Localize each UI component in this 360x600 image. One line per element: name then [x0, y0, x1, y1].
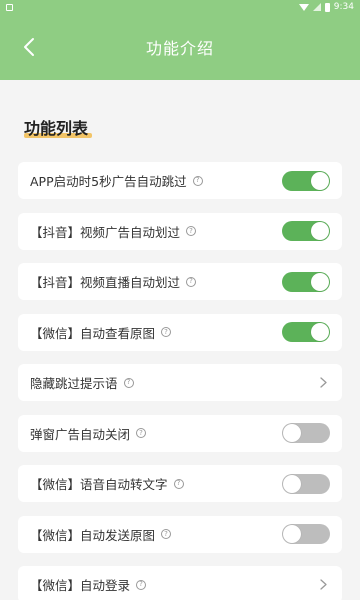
- status-right: 9:34: [298, 2, 354, 12]
- toggle-knob: [283, 525, 301, 543]
- list-item: 【抖音】视频直播自动划过?: [18, 263, 342, 300]
- toggle-switch[interactable]: [282, 473, 330, 494]
- chevron-right-icon: [318, 579, 328, 590]
- toggle-switch[interactable]: [282, 524, 330, 544]
- list-item-label: 弹窗广告自动关闭: [30, 426, 131, 442]
- list-item-label: APP启动时5秒广告自动跳过: [30, 174, 187, 189]
- page-title: 功能介绍: [145, 39, 214, 58]
- toggle-switch[interactable]: [282, 322, 330, 342]
- list-item-label: 【微信】自动发送原图: [30, 527, 156, 543]
- help-icon[interactable]: ?: [173, 478, 184, 489]
- signal-icon: [312, 3, 321, 11]
- section-header: 功能列表: [18, 80, 342, 152]
- toggle-switch[interactable]: [282, 423, 330, 443]
- help-icon[interactable]: ?: [123, 377, 134, 388]
- list-item[interactable]: 【微信】自动登录?: [18, 566, 342, 600]
- help-icon[interactable]: ?: [192, 175, 203, 186]
- help-icon[interactable]: ?: [136, 579, 147, 590]
- toggle-knob: [311, 323, 329, 341]
- app-header: 功能介绍: [0, 14, 360, 80]
- toggle-knob: [311, 222, 329, 240]
- list-item-text-group: 【微信】自动查看原图?: [30, 323, 172, 342]
- list-item-label: 【抖音】视频广告自动划过: [30, 224, 181, 240]
- help-icon[interactable]: ?: [161, 327, 172, 337]
- toggle-knob: [283, 474, 301, 493]
- status-left: [6, 3, 13, 11]
- notification-icon: [6, 3, 13, 11]
- wifi-icon: [298, 3, 309, 11]
- list-item: APP启动时5秒广告自动跳过?: [18, 162, 342, 199]
- list-item-text-group: 【抖音】视频广告自动划过?: [30, 222, 197, 241]
- toggle-knob: [311, 171, 329, 190]
- list-item-label: 【微信】自动登录: [30, 578, 131, 593]
- list-item: 【微信】语音自动转文字?: [18, 465, 342, 502]
- help-icon[interactable]: ?: [136, 428, 147, 438]
- list-item-text-group: 隐藏跳过提示语?: [30, 373, 134, 392]
- toggle-switch[interactable]: [282, 271, 330, 292]
- list-item: 【抖音】视频广告自动划过?: [18, 212, 342, 250]
- feature-list: APP启动时5秒广告自动跳过? 【抖音】视频广告自动划过? 【抖音】视频直播自动划过…: [18, 162, 342, 600]
- list-item: 弹窗广告自动关闭?: [18, 414, 342, 452]
- toggle-switch[interactable]: [282, 170, 330, 191]
- list-item-text-group: 【抖音】视频直播自动划过?: [30, 272, 197, 291]
- list-item-label: 【微信】自动查看原图: [30, 325, 156, 341]
- list-item-text-group: 【微信】自动登录?: [30, 575, 147, 594]
- toggle-knob: [311, 272, 329, 291]
- help-icon[interactable]: ?: [186, 276, 197, 287]
- list-item: 【微信】自动查看原图?: [18, 313, 342, 351]
- list-item-text-group: APP启动时5秒广告自动跳过?: [30, 171, 203, 190]
- list-item-text-group: 【微信】语音自动转文字?: [30, 474, 184, 493]
- chevron-right-icon: [318, 377, 328, 388]
- list-item: 【微信】自动发送原图?: [18, 515, 342, 553]
- status-time: 9:34: [333, 2, 354, 12]
- section-title: 功能列表: [24, 115, 93, 139]
- toggle-knob: [283, 424, 301, 442]
- back-icon[interactable]: [18, 36, 40, 58]
- toggle-switch[interactable]: [282, 221, 330, 241]
- list-item-label: 【微信】语音自动转文字: [30, 477, 168, 492]
- list-item-text-group: 【微信】自动发送原图?: [30, 525, 172, 544]
- battery-icon: [324, 2, 330, 12]
- help-icon[interactable]: ?: [161, 529, 172, 539]
- list-item[interactable]: 隐藏跳过提示语?: [18, 364, 342, 401]
- list-item-label: 【抖音】视频直播自动划过: [30, 275, 181, 290]
- help-icon[interactable]: ?: [186, 226, 197, 236]
- list-item-label: 隐藏跳过提示语: [30, 376, 118, 391]
- list-item-text-group: 弹窗广告自动关闭?: [30, 424, 147, 443]
- main-content: 功能列表 APP启动时5秒广告自动跳过? 【抖音】视频广告自动划过? 【抖音】视频直…: [0, 80, 360, 600]
- status-bar: 9:34: [0, 0, 360, 14]
